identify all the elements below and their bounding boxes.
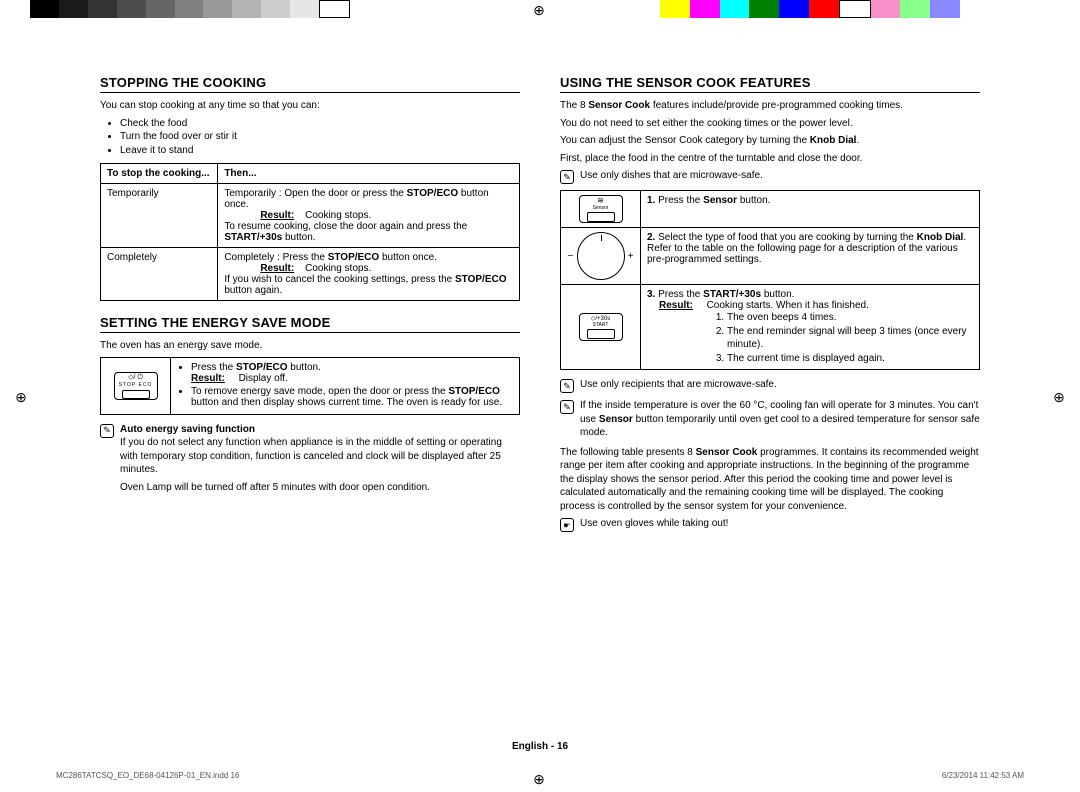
note-icon: ✎	[560, 170, 574, 184]
stopping-intro: You can stop cooking at any time so that…	[100, 99, 520, 113]
auto-energy-p1: If you do not select any function when a…	[120, 436, 520, 477]
table-row: ◇/ ⏻ STOP ECO Press the STOP/ECO button.…	[101, 357, 520, 414]
table-row: 2. Select the type of food that you are …	[561, 228, 980, 285]
list-item: The end reminder signal will beep 3 time…	[727, 325, 973, 352]
energy-table: ◇/ ⏻ STOP ECO Press the STOP/ECO button.…	[100, 357, 520, 415]
registration-mark-right: ⊕	[1052, 390, 1066, 404]
cell-icon: ≋ Sensor	[561, 191, 641, 228]
cell: Completely : Press the STOP/ECO button o…	[218, 248, 520, 301]
colorbar-left	[30, 0, 350, 18]
auto-energy-p2: Oven Lamp will be turned off after 5 min…	[120, 481, 520, 495]
sensor-p5: The following table presents 8 Sensor Co…	[560, 446, 980, 514]
list-item: Leave it to stand	[120, 144, 520, 158]
sensor-icon: ≋ Sensor	[579, 195, 623, 223]
note-recipients: ✎ Use only recipients that are microwave…	[560, 378, 980, 393]
registration-mark-left: ⊕	[14, 390, 28, 404]
list-item: Turn the food over or stir it	[120, 130, 520, 144]
cell: 2. Select the type of food that you are …	[641, 228, 980, 285]
cell: 3. Press the START/+30s button. Result: …	[641, 285, 980, 370]
auto-energy-title: Auto energy saving function	[120, 423, 520, 437]
table-header: To stop the cooking...	[101, 164, 218, 184]
stop-eco-icon: ◇/ ⏻ STOP ECO	[114, 372, 158, 400]
cell: Temporarily	[101, 184, 218, 248]
sensor-p1: The 8 Sensor Cook features include/provi…	[560, 99, 980, 113]
list-item: The current time is displayed again.	[727, 352, 973, 366]
right-column: USING THE SENSOR COOK FEATURES The 8 Sen…	[560, 75, 980, 725]
cell-icon: ◇/ ⏻ STOP ECO	[101, 357, 171, 414]
page-content: STOPPING THE COOKING You can stop cookin…	[100, 75, 980, 725]
page-footer: English - 16	[0, 741, 1080, 752]
registration-mark-bottom: ⊕	[532, 772, 546, 786]
glove-icon: ☛	[560, 518, 574, 532]
cell: Press the STOP/ECO button. Result: Displ…	[171, 357, 520, 414]
print-meta-right: 6/23/2014 11:42:53 AM	[942, 771, 1024, 780]
heading-stopping: STOPPING THE COOKING	[100, 75, 520, 93]
registration-mark-top: ⊕	[532, 3, 546, 17]
table-header: Then...	[218, 164, 520, 184]
cell: Temporarily : Open the door or press the…	[218, 184, 520, 248]
cell: Completely	[101, 248, 218, 301]
note-icon: ✎	[560, 400, 574, 414]
list-item: The oven beeps 4 times.	[727, 311, 973, 325]
note-dishes: ✎ Use only dishes that are microwave-saf…	[560, 169, 980, 184]
sensor-steps-table: ≋ Sensor 1. Press the Sensor button. 2. …	[560, 190, 980, 370]
sensor-p2: You do not need to set either the cookin…	[560, 117, 980, 131]
knob-dial-icon	[577, 232, 625, 280]
start-30s-icon: ◇/+30s START	[579, 313, 623, 341]
note-icon: ✎	[100, 424, 114, 438]
heading-sensor: USING THE SENSOR COOK FEATURES	[560, 75, 980, 93]
table-row: Temporarily Temporarily : Open the door …	[101, 184, 520, 248]
list-item: Check the food	[120, 117, 520, 131]
print-meta-left: MC286TATCSQ_EO_DE68-04126P-01_EN.indd 16	[56, 771, 239, 780]
cell-icon	[561, 228, 641, 285]
table-row: Completely Completely : Press the STOP/E…	[101, 248, 520, 301]
stopping-bullets: Check the food Turn the food over or sti…	[100, 117, 520, 158]
sensor-p3: You can adjust the Sensor Cook category …	[560, 134, 980, 148]
note-auto-energy: ✎ Auto energy saving function If you do …	[100, 423, 520, 499]
energy-intro: The oven has an energy save mode.	[100, 339, 520, 353]
note-gloves: ☛ Use oven gloves while taking out!	[560, 517, 980, 532]
cell-icon: ◇/+30s START	[561, 285, 641, 370]
left-column: STOPPING THE COOKING You can stop cookin…	[100, 75, 520, 725]
stopping-table: To stop the cooking... Then... Temporari…	[100, 163, 520, 301]
heading-energy: SETTING THE ENERGY SAVE MODE	[100, 315, 520, 333]
note-icon: ✎	[560, 379, 574, 393]
sensor-p4: First, place the food in the centre of t…	[560, 152, 980, 166]
cell: 1. Press the Sensor button.	[641, 191, 980, 228]
note-cooling: ✎ If the inside temperature is over the …	[560, 399, 980, 440]
table-row: ≋ Sensor 1. Press the Sensor button.	[561, 191, 980, 228]
colorbar-right	[660, 0, 960, 18]
table-row: ◇/+30s START 3. Press the START/+30s but…	[561, 285, 980, 370]
